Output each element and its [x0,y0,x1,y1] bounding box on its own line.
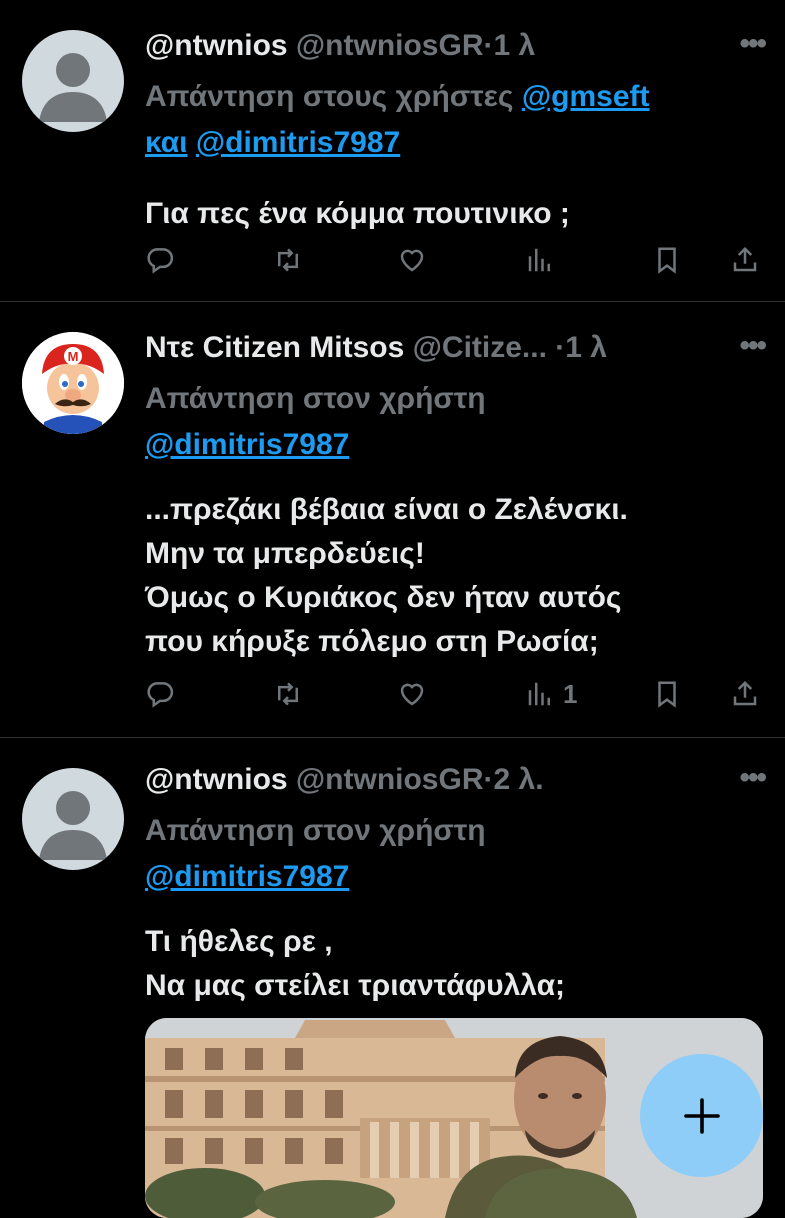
share-button[interactable] [730,240,760,280]
mention-link[interactable]: @dimitris7987 [145,428,349,461]
share-button[interactable] [730,674,760,714]
default-avatar-icon [39,53,107,122]
bookmark-icon [658,681,676,708]
display-name[interactable]: @ntwnios [145,763,288,796]
tweet-text: ...πρεζάκι βέβαια είναι ο Ζελένσκι. Μην … [145,488,765,664]
svg-text:M: M [68,349,79,364]
share-icon [733,680,757,706]
tweet-text-line: Τι ήθελες ρε , [145,925,333,958]
replying-to: Απάντηση στον χρήστη @dimitris7987 [145,808,765,900]
avatar[interactable]: M [22,332,124,434]
tweet-text-line: Μην τα μπερδεύεις! [145,537,425,570]
compose-icon [683,1097,720,1134]
replying-prefix: Απάντηση στους χρήστες [145,80,514,113]
user-handle[interactable]: @Citize... [413,331,547,364]
replying-prefix: Απάντηση στον χρήστη [145,382,486,415]
more-options-icon[interactable]: ••• [739,26,766,62]
tweet-text-line: που κήρυξε πόλεμο στη Ρωσία; [145,625,599,658]
tweet[interactable]: M Ντε Citizen Mitsos @Citize... ·1 λ •••… [0,302,785,736]
tweet-header: @ntwnios @ntwniosGR·1 λ ••• [145,26,767,64]
mention-link[interactable]: @dimitris7987 [196,126,400,159]
replying-prefix: Απάντηση στον χρήστη [145,814,486,847]
separator-dot: · [555,331,566,364]
retweet-icon [278,248,298,272]
views-button[interactable] [525,240,555,280]
like-button[interactable] [397,240,427,280]
replying-to: Απάντηση στον χρήστη @dimitris7987 [145,376,765,468]
timestamp[interactable]: 2 λ. [494,763,544,796]
views-count: 1 [563,678,578,709]
tweet-text-line: Όμως ο Κυριάκος δεν ήταν αυτός [145,581,622,614]
tweet-text-line: ...πρεζάκι βέβαια είναι ο Ζελένσκι. [145,493,628,526]
views-icon [528,682,550,706]
mario-avatar-icon: M [22,332,124,434]
timestamp[interactable]: 1 λ [565,331,607,364]
compose-tweet-button[interactable] [640,1054,763,1177]
views-icon [528,248,550,272]
action-bar: 1 [145,674,760,714]
reply-icon [147,248,174,274]
timestamp[interactable]: 1 λ [494,29,536,62]
avatar[interactable] [22,30,124,132]
like-button[interactable] [397,674,427,714]
display-name[interactable]: Ντε Citizen Mitsos [145,331,404,364]
avatar[interactable] [22,768,124,870]
tweet-header: @ntwnios @ntwniosGR·2 λ. ••• [145,760,767,798]
views-button[interactable]: 1 [525,674,577,714]
tweet-text: Για πες ένα κόμμα πουτινικο ; [145,192,765,236]
user-handle[interactable]: @ntwniosGR [296,29,484,62]
more-options-icon[interactable]: ••• [739,760,766,796]
more-options-icon[interactable]: ••• [739,328,766,364]
mention-link[interactable]: @dimitris7987 [145,860,349,893]
separator-dot: · [483,763,494,796]
action-bar [145,240,760,280]
mention-link[interactable]: @gmseft [522,80,650,113]
reply-button[interactable] [145,240,175,280]
tweet-text: Τι ήθελες ρε , Να μας στείλει τριαντάφυλ… [145,920,765,1008]
retweet-button[interactable] [273,674,303,714]
tweet-text-line: Να μας στείλει τριαντάφυλλα; [145,969,566,1002]
connector-text: και [145,126,188,159]
replying-to: Απάντηση στους χρήστες @gmseft και @dimi… [145,74,765,166]
user-handle[interactable]: @ntwniosGR [296,763,484,796]
share-icon [733,246,757,272]
like-icon [400,683,424,706]
retweet-icon [278,682,298,706]
tweet-header: Ντε Citizen Mitsos @Citize... ·1 λ ••• [145,328,767,366]
tweet[interactable]: @ntwnios @ntwniosGR·1 λ ••• Απάντηση στο… [0,0,785,300]
default-avatar-icon [39,791,107,860]
bookmark-icon [658,247,676,274]
bookmark-button[interactable] [652,240,682,280]
retweet-button[interactable] [273,240,303,280]
separator-dot: · [483,29,494,62]
reply-button[interactable] [145,674,175,714]
bookmark-button[interactable] [652,674,682,714]
reply-icon [147,682,174,708]
display-name[interactable]: @ntwnios [145,29,288,62]
like-icon [400,249,424,272]
tweet-text-line: Για πες ένα κόμμα πουτινικο ; [145,197,570,230]
